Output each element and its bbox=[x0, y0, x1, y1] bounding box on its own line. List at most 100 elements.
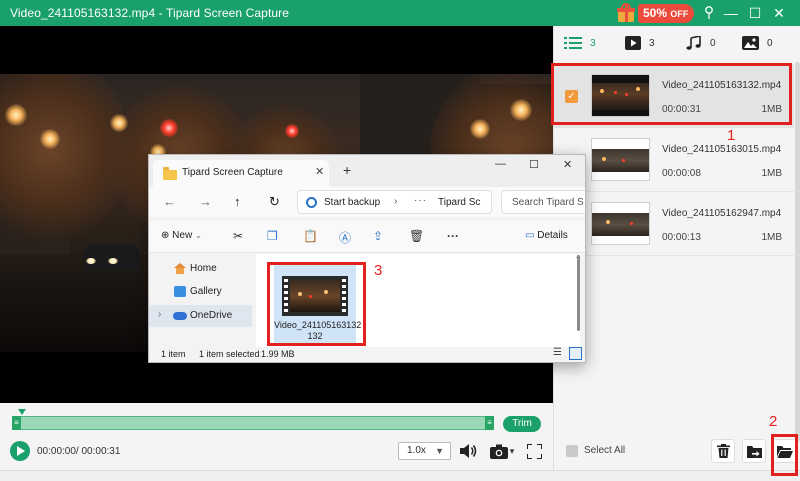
filter-count-all: 3 bbox=[590, 37, 596, 49]
nav-item-gallery[interactable]: Gallery bbox=[149, 281, 252, 303]
annotation-number-1: 1 bbox=[727, 127, 736, 144]
promo-off: OFF bbox=[670, 8, 689, 19]
details-view-icon[interactable]: ☰ bbox=[553, 347, 566, 360]
explorer-close-button[interactable]: ✕ bbox=[563, 158, 572, 171]
forward-arrow-icon[interactable]: → bbox=[199, 194, 212, 209]
delete-icon[interactable]: 🗑 bbox=[409, 229, 424, 243]
copy-icon[interactable]: ❐ bbox=[267, 229, 278, 243]
file-duration: 00:00:08 bbox=[662, 168, 701, 179]
file-duration: 00:00:13 bbox=[662, 232, 701, 243]
nav-item-home[interactable]: Home bbox=[149, 258, 252, 280]
promo-banner[interactable]: 50% OFF bbox=[616, 3, 695, 23]
list-item[interactable]: Video_241105163015.mp4 00:00:08 1MB bbox=[554, 128, 794, 192]
snapshot-button[interactable]: ▾ bbox=[488, 442, 516, 460]
export-button[interactable] bbox=[742, 439, 766, 463]
folder-icon bbox=[163, 167, 177, 180]
explorer-status-bar: 1 item 1 item selected 1.99 MB ☰ bbox=[149, 347, 585, 362]
minimize-button[interactable]: — bbox=[720, 0, 742, 26]
volume-icon[interactable] bbox=[459, 442, 479, 460]
trim-button[interactable]: Trim bbox=[503, 416, 541, 432]
explorer-maximize-button[interactable]: ☐ bbox=[529, 158, 539, 171]
promo-badge[interactable]: 50% OFF bbox=[638, 3, 695, 23]
file-name: Video_241105162947.mp4 bbox=[662, 208, 782, 219]
nav-item-onedrive[interactable]: › OneDrive bbox=[149, 305, 252, 327]
tiles-view-icon[interactable] bbox=[569, 347, 582, 360]
file-size: 1MB bbox=[761, 168, 782, 179]
refresh-icon[interactable]: ↻ bbox=[269, 194, 280, 210]
gallery-icon bbox=[174, 286, 186, 297]
details-button[interactable]: ▭ Details bbox=[525, 230, 568, 241]
annotation-box-3 bbox=[267, 262, 366, 346]
chevron-down-icon: ▼ bbox=[435, 446, 444, 456]
video-icon bbox=[625, 36, 641, 50]
address-bar[interactable]: Start backup › ··· Tipard Sc bbox=[297, 190, 492, 214]
trim-handle-start[interactable]: ≡ bbox=[12, 416, 21, 430]
chevron-down-icon: ▾ bbox=[509, 445, 515, 456]
annotation-number-3: 3 bbox=[374, 262, 383, 279]
explorer-tab[interactable]: Tipard Screen Capture ✕ bbox=[153, 160, 329, 187]
list-item[interactable]: Video_241105162947.mp4 00:00:13 1MB bbox=[554, 192, 794, 256]
filter-tab-all[interactable]: 3 bbox=[564, 36, 596, 50]
new-tab-button[interactable]: + bbox=[343, 162, 351, 178]
breadcrumb-separator: › bbox=[394, 196, 398, 207]
speed-value: 1.0x bbox=[407, 445, 426, 456]
image-icon bbox=[742, 36, 759, 50]
nav-label: OneDrive bbox=[190, 310, 233, 321]
explorer-minimize-button[interactable]: — bbox=[495, 158, 506, 170]
playhead[interactable] bbox=[18, 409, 26, 415]
playback-time: 00:00:00/ 00:00:31 bbox=[37, 446, 121, 457]
delete-button[interactable] bbox=[711, 439, 735, 463]
camera-icon bbox=[489, 444, 508, 459]
explorer-search-input[interactable]: Search Tipard S bbox=[501, 190, 585, 214]
video-thumbnail bbox=[591, 138, 650, 181]
explorer-nav-bar: ← → ↑ ↻ Start backup › ··· Tipard Sc Sea… bbox=[149, 187, 585, 217]
explorer-title-bar: Tipard Screen Capture ✕ + — ☐ ✕ bbox=[149, 155, 585, 187]
start-backup-link[interactable]: Start backup bbox=[324, 197, 380, 208]
back-arrow-icon[interactable]: ← bbox=[163, 194, 176, 209]
more-options-icon[interactable]: ··· bbox=[447, 229, 459, 243]
select-all-label: Select All bbox=[584, 445, 626, 456]
share-icon[interactable]: ⇪ bbox=[373, 229, 383, 243]
gift-icon bbox=[616, 3, 636, 23]
rename-icon[interactable]: Ⓐ bbox=[339, 229, 351, 246]
music-note-icon bbox=[686, 36, 701, 50]
filter-tab-audio[interactable]: 0 bbox=[686, 36, 716, 50]
explorer-tab-title: Tipard Screen Capture bbox=[182, 167, 283, 178]
speed-select[interactable]: 1.0x ▼ bbox=[398, 442, 451, 460]
annotation-box-1 bbox=[551, 63, 792, 125]
video-thumbnail bbox=[591, 202, 650, 245]
cut-icon[interactable]: ✂ bbox=[233, 229, 243, 243]
close-button[interactable]: ✕ bbox=[768, 0, 790, 26]
home-icon bbox=[174, 263, 186, 274]
fullscreen-icon[interactable] bbox=[524, 442, 544, 460]
maximize-button[interactable]: ☐ bbox=[744, 0, 766, 26]
list-scrollbar[interactable] bbox=[795, 62, 800, 442]
play-button[interactable] bbox=[10, 441, 30, 461]
filter-tab-image[interactable]: 0 bbox=[742, 36, 773, 50]
help-icon[interactable] bbox=[698, 0, 720, 26]
folder-export-icon bbox=[746, 445, 762, 458]
annotation-number-2: 2 bbox=[769, 413, 778, 430]
breadcrumb-folder[interactable]: Tipard Sc bbox=[438, 197, 480, 208]
timeline-track[interactable]: ≡ ≡ bbox=[12, 416, 494, 430]
new-button[interactable]: ⊕ New ⌄ bbox=[161, 230, 202, 241]
nav-label: Home bbox=[190, 263, 217, 274]
status-item-count: 1 item bbox=[161, 349, 186, 359]
trim-handle-end[interactable]: ≡ bbox=[485, 416, 494, 430]
filter-count-audio: 0 bbox=[710, 37, 716, 49]
chevron-right-icon[interactable]: › bbox=[158, 309, 161, 320]
filter-tab-video[interactable]: 3 bbox=[625, 36, 655, 50]
file-size: 1MB bbox=[761, 232, 782, 243]
explorer-scrollbar[interactable] bbox=[577, 255, 580, 331]
bottom-strip bbox=[0, 470, 800, 481]
paste-icon[interactable]: 📋 bbox=[303, 229, 318, 243]
file-explorer-window: Tipard Screen Capture ✕ + — ☐ ✕ ← → ↑ ↻ … bbox=[148, 154, 586, 363]
breadcrumb-more[interactable]: ··· bbox=[414, 195, 427, 206]
chevron-down-icon: ⌄ bbox=[194, 231, 202, 240]
up-arrow-icon[interactable]: ↑ bbox=[234, 194, 241, 209]
window-title: Video_241105163132.mp4 - Tipard Screen C… bbox=[10, 6, 290, 20]
select-all-checkbox[interactable] bbox=[566, 445, 578, 457]
backup-icon bbox=[306, 197, 317, 208]
new-label: New bbox=[172, 230, 193, 241]
close-tab-icon[interactable]: ✕ bbox=[315, 165, 324, 178]
